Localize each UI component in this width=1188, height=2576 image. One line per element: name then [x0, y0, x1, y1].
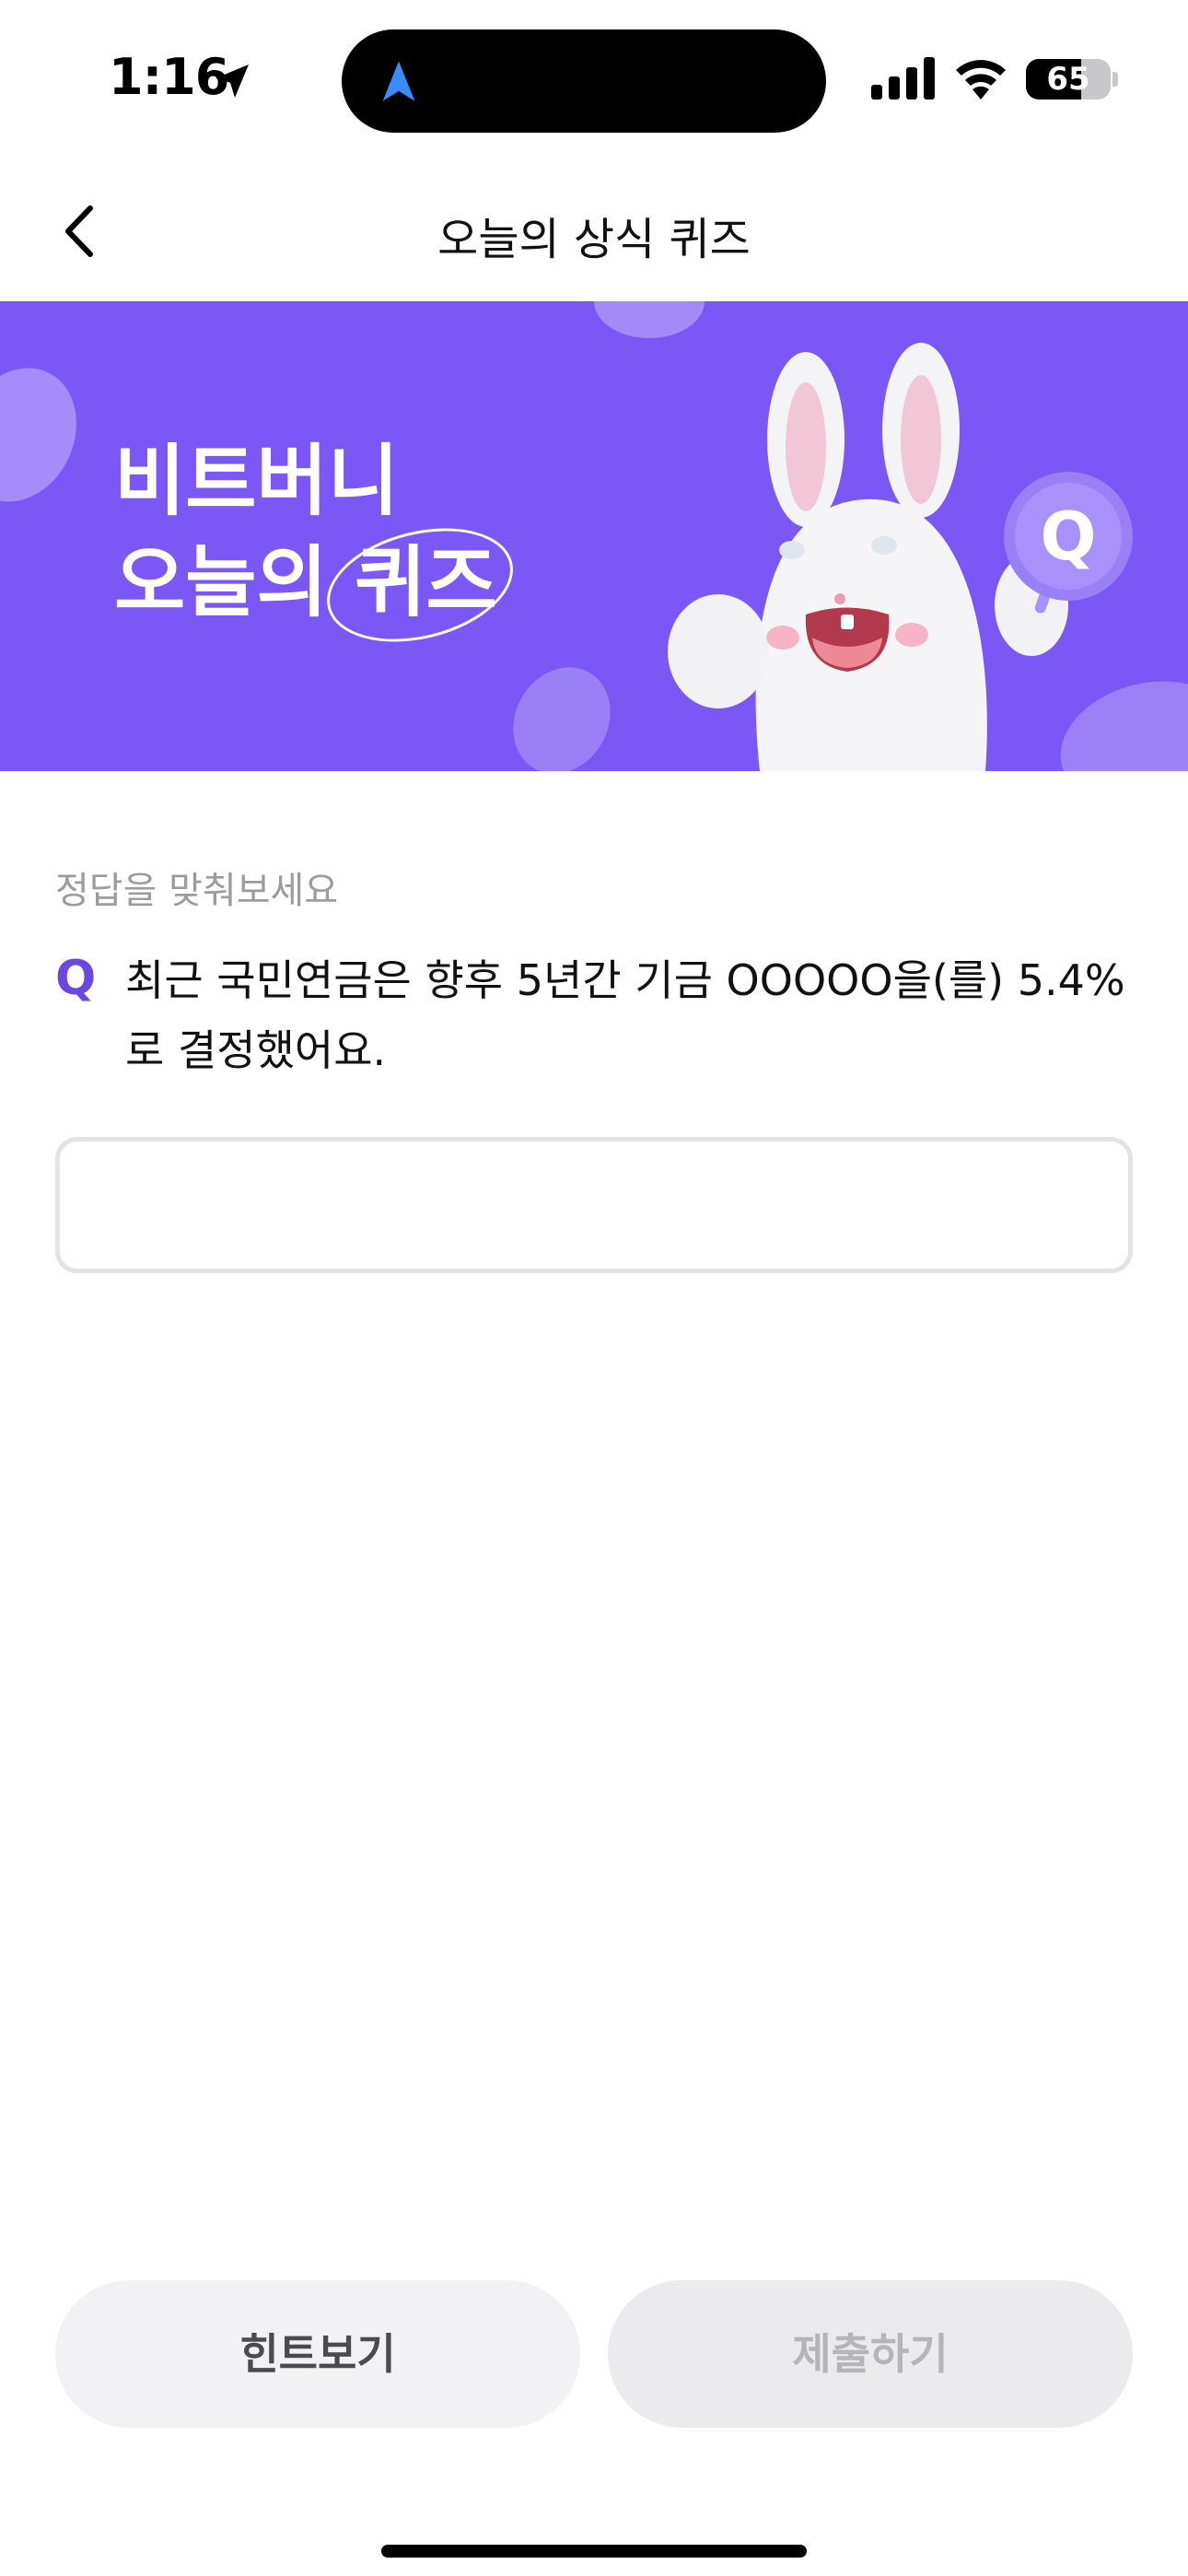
battery-cap	[1112, 72, 1118, 87]
coin-decoration	[494, 650, 630, 771]
banner-line-2-prefix: 오늘의	[114, 537, 355, 627]
wifi-icon	[956, 60, 1006, 100]
coin-decoration	[594, 301, 705, 338]
question-text: 최근 국민연금은 향후 5년간 기금 OOOOO을(를) 5.4%로 결정했어요…	[125, 955, 1125, 1075]
bunny-mascot-illustration: Q	[668, 343, 1133, 771]
nav-header: 오늘의 상식 퀴즈	[0, 175, 1188, 286]
location-arrow-icon	[215, 64, 249, 98]
battery-level: 65	[1046, 61, 1090, 98]
status-bar: 1:16 65	[0, 0, 1188, 157]
instruction-text: 정답을 맞춰보세요	[55, 870, 339, 912]
coin-decoration	[0, 348, 99, 521]
dynamic-island	[342, 29, 826, 133]
answer-input[interactable]	[55, 1137, 1133, 1273]
question-marker: Q	[55, 951, 97, 1006]
page-title: 오늘의 상식 퀴즈	[437, 214, 751, 265]
battery-icon: 65	[1026, 59, 1111, 100]
cellular-signal-icon	[871, 57, 935, 100]
quiz-screen: 1:16 65 오늘의 상식 퀴즈 비트버니 오늘의 퀴즈 Q 정답을 맞춰보세…	[0, 0, 1188, 2576]
navigation-icon	[382, 61, 415, 101]
home-indicator	[381, 2545, 807, 2558]
quiz-banner: 비트버니 오늘의 퀴즈 Q	[0, 301, 1188, 771]
q-badge-letter: Q	[1040, 498, 1096, 575]
hint-button[interactable]: 힌트보기	[55, 2280, 580, 2428]
submit-button[interactable]: 제출하기	[608, 2280, 1133, 2428]
banner-line-1: 비트버니	[114, 436, 400, 526]
